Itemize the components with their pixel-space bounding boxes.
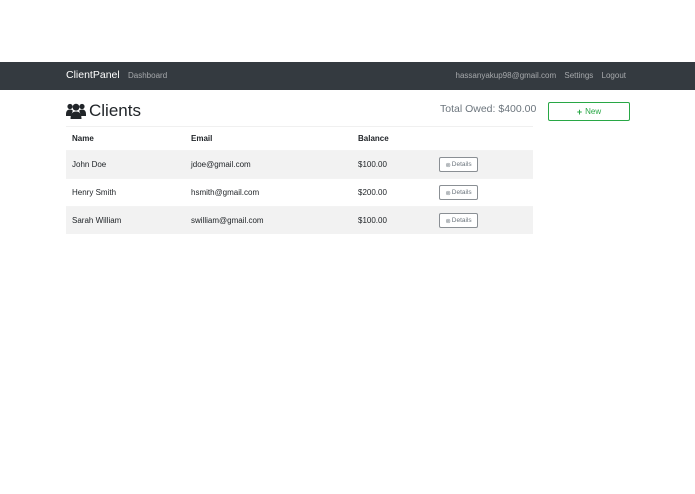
page-title: Clients [66, 101, 141, 121]
table-header: Name Email Balance [66, 126, 533, 150]
nav-dashboard-link[interactable]: Dashboard [128, 71, 167, 80]
details-label: Details [451, 161, 472, 168]
arrow-circle-right-icon: ⊚ [445, 189, 451, 197]
nav-logout-link[interactable]: Logout [602, 71, 626, 80]
clients-table: Name Email Balance John Doe jdoe@gmail.c… [66, 126, 533, 234]
header-name: Name [72, 134, 94, 143]
client-email: swilliam@gmail.com [191, 216, 264, 225]
details-button[interactable]: ⊚ Details [439, 157, 478, 172]
page-title-text: Clients [89, 101, 141, 120]
nav-settings-link[interactable]: Settings [564, 71, 593, 80]
client-name: Henry Smith [72, 188, 117, 197]
client-email: jdoe@gmail.com [191, 160, 251, 169]
navbar-right: hassanyakup98@gmail.com Settings Logout [456, 71, 626, 80]
client-name: Sarah William [72, 216, 122, 225]
header-balance: Balance [358, 134, 389, 143]
total-owed: Total Owed: $400.00 [440, 103, 537, 115]
header-email: Email [191, 134, 213, 143]
details-button[interactable]: ⊚ Details [439, 185, 478, 200]
arrow-circle-right-icon: ⊚ [445, 161, 451, 169]
users-icon [66, 103, 86, 119]
client-balance: $200.00 [358, 188, 387, 197]
client-email: hsmith@gmail.com [191, 188, 260, 197]
arrow-circle-right-icon: ⊚ [445, 217, 451, 225]
details-label: Details [451, 217, 472, 224]
new-client-button[interactable]: + New [548, 102, 630, 121]
plus-icon: + [576, 106, 583, 117]
nav-user-email[interactable]: hassanyakup98@gmail.com [456, 71, 557, 80]
table-row: John Doe jdoe@gmail.com $100.00 ⊚ Detail… [66, 150, 533, 178]
table-row: Henry Smith hsmith@gmail.com $200.00 ⊚ D… [66, 178, 533, 206]
client-name: John Doe [72, 160, 107, 169]
navbar-brand[interactable]: ClientPanel [66, 69, 120, 81]
client-balance: $100.00 [358, 216, 387, 225]
new-button-label: New [585, 107, 602, 116]
table-row: Sarah William swilliam@gmail.com $100.00… [66, 206, 533, 234]
details-label: Details [451, 189, 472, 196]
navbar: ClientPanel Dashboard hassanyakup98@gmai… [0, 62, 695, 90]
client-balance: $100.00 [358, 160, 387, 169]
details-button[interactable]: ⊚ Details [439, 213, 478, 228]
